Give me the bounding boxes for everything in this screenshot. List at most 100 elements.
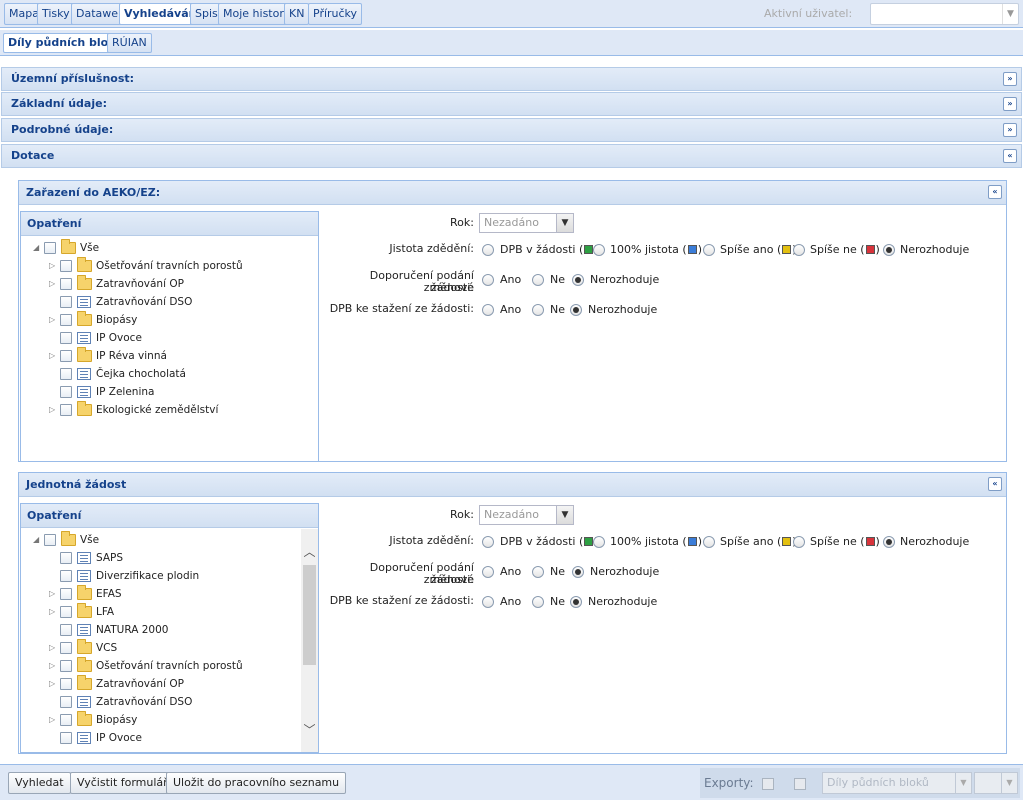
jistota-radio[interactable]: [703, 536, 715, 548]
jistota-radio[interactable]: [793, 536, 805, 548]
doporuceni-no-radio[interactable]: [532, 566, 544, 578]
tree-node[interactable]: ▷ IP Réva vinná: [49, 347, 309, 365]
doporuceni-yes-radio[interactable]: [482, 274, 494, 286]
collapsed-arrow-icon[interactable]: ▷: [49, 657, 59, 675]
stazeni-no-radio[interactable]: [532, 304, 544, 316]
collapsed-arrow-icon[interactable]: ▷: [49, 257, 59, 275]
doporuceni-no-radio[interactable]: [532, 274, 544, 286]
node-checkbox[interactable]: [60, 368, 72, 380]
jistota-radio[interactable]: [482, 536, 494, 548]
tree-node[interactable]: ▷ EFAS: [49, 585, 309, 603]
tree-node[interactable]: ◢ Vše: [33, 531, 293, 549]
export-format-combo[interactable]: ▼: [974, 772, 1018, 794]
tree-node[interactable]: IP Zelenina: [49, 383, 309, 401]
tree-node[interactable]: Diverzifikace plodin: [49, 567, 309, 585]
tree-node[interactable]: ▷ VCS: [49, 639, 309, 657]
tree-node[interactable]: IP Ovoce: [49, 329, 309, 347]
section-podrobne-udaje[interactable]: Podrobné údaje: »: [1, 118, 1022, 142]
jistota-radio[interactable]: [482, 244, 494, 256]
node-checkbox[interactable]: [60, 552, 72, 564]
doporuceni-yes-radio[interactable]: [482, 566, 494, 578]
node-checkbox[interactable]: [60, 332, 72, 344]
collapsed-arrow-icon[interactable]: ▷: [49, 275, 59, 293]
search-button[interactable]: Vyhledat: [8, 772, 71, 794]
scroll-thumb[interactable]: [303, 565, 316, 665]
collapsed-arrow-icon[interactable]: ▷: [49, 711, 59, 729]
jistota-radio[interactable]: [883, 536, 895, 548]
chevron-down-icon[interactable]: ▼: [556, 506, 573, 524]
scroll-up-icon[interactable]: ︿: [301, 543, 318, 560]
chevron-down-icon[interactable]: ▼: [1001, 773, 1017, 793]
tree-node[interactable]: Zatravňování DSO: [49, 693, 309, 711]
tab-ruian[interactable]: RÚIAN: [107, 33, 152, 53]
tree-node[interactable]: ▷ Ekologické zemědělství: [49, 401, 309, 419]
section-zakladni-udaje[interactable]: Základní údaje: »: [1, 92, 1022, 116]
tree-node[interactable]: ▷ Zatravňování OP: [49, 675, 309, 693]
rok-combo[interactable]: Nezadáno ▼: [479, 505, 574, 525]
tree-node[interactable]: ◢ Vše: [33, 239, 293, 257]
collapse-icon[interactable]: «: [988, 477, 1002, 491]
jistota-radio[interactable]: [593, 244, 605, 256]
tree-node[interactable]: IP Ovoce: [49, 729, 309, 747]
scroll-down-icon[interactable]: ﹀: [301, 721, 318, 738]
node-checkbox[interactable]: [60, 624, 72, 636]
node-checkbox[interactable]: [60, 570, 72, 582]
tree-node[interactable]: NATURA 2000: [49, 621, 309, 639]
node-checkbox[interactable]: [60, 278, 72, 290]
jistota-radio[interactable]: [703, 244, 715, 256]
tree-node[interactable]: ▷ Biopásy: [49, 311, 309, 329]
tree-node[interactable]: Zatravňování DSO: [49, 293, 309, 311]
save-to-worklist-button[interactable]: Uložit do pracovního seznamu: [166, 772, 347, 794]
tree-node[interactable]: ▷ Biopásy: [49, 711, 309, 729]
chevron-down-icon[interactable]: ▼: [556, 214, 573, 232]
tab-tisky[interactable]: Tisky: [37, 3, 75, 25]
node-checkbox[interactable]: [60, 678, 72, 690]
stazeni-yes-radio[interactable]: [482, 304, 494, 316]
panel-aeko-header[interactable]: Zařazení do AEKO/EZ: «: [19, 181, 1006, 205]
node-checkbox[interactable]: [60, 588, 72, 600]
collapsed-arrow-icon[interactable]: ▷: [49, 585, 59, 603]
clear-form-button[interactable]: Vyčistit formulář: [70, 772, 175, 794]
node-checkbox[interactable]: [60, 314, 72, 326]
node-checkbox[interactable]: [60, 714, 72, 726]
expanded-arrow-icon[interactable]: ◢: [33, 531, 43, 549]
tree-node[interactable]: ▷ LFA: [49, 603, 309, 621]
stazeni-yes-radio[interactable]: [482, 596, 494, 608]
node-checkbox[interactable]: [60, 696, 72, 708]
node-checkbox[interactable]: [60, 606, 72, 618]
export-save-icon[interactable]: [794, 778, 806, 790]
stazeni-no-radio[interactable]: [532, 596, 544, 608]
tree-node[interactable]: Čejka chocholatá: [49, 365, 309, 383]
tree-scrollbar[interactable]: ︿ ﹀: [301, 529, 318, 752]
node-checkbox[interactable]: [60, 660, 72, 672]
section-uzemni-prislusnost[interactable]: Územní příslušnost: »: [1, 67, 1022, 91]
tree-node[interactable]: ▷ Zatravňování OP: [49, 275, 309, 293]
chevron-down-icon[interactable]: ▼: [1002, 4, 1018, 24]
tree-node[interactable]: ▷ Ošetřování travních porostů: [49, 657, 309, 675]
node-checkbox[interactable]: [44, 534, 56, 546]
chevron-down-icon[interactable]: ▼: [955, 773, 971, 793]
node-checkbox[interactable]: [60, 386, 72, 398]
jistota-radio[interactable]: [793, 244, 805, 256]
collapse-icon[interactable]: «: [988, 185, 1002, 199]
node-checkbox[interactable]: [60, 350, 72, 362]
tab-prirucky[interactable]: Příručky: [308, 3, 363, 25]
node-checkbox[interactable]: [60, 296, 72, 308]
collapsed-arrow-icon[interactable]: ▷: [49, 311, 59, 329]
node-checkbox[interactable]: [44, 242, 56, 254]
collapsed-arrow-icon[interactable]: ▷: [49, 603, 59, 621]
jistota-radio[interactable]: [883, 244, 895, 256]
export-table-icon[interactable]: [762, 778, 774, 790]
collapsed-arrow-icon[interactable]: ▷: [49, 347, 59, 365]
node-checkbox[interactable]: [60, 404, 72, 416]
expand-icon[interactable]: »: [1003, 123, 1017, 137]
tree-node[interactable]: SAPS: [49, 549, 309, 567]
tab-kn[interactable]: KN: [284, 3, 310, 25]
rok-combo[interactable]: Nezadáno ▼: [479, 213, 574, 233]
active-user-combo[interactable]: ▼: [870, 3, 1019, 25]
stazeni-neutral-radio[interactable]: [570, 596, 582, 608]
expand-icon[interactable]: »: [1003, 97, 1017, 111]
node-checkbox[interactable]: [60, 732, 72, 744]
collapsed-arrow-icon[interactable]: ▷: [49, 401, 59, 419]
stazeni-neutral-radio[interactable]: [570, 304, 582, 316]
